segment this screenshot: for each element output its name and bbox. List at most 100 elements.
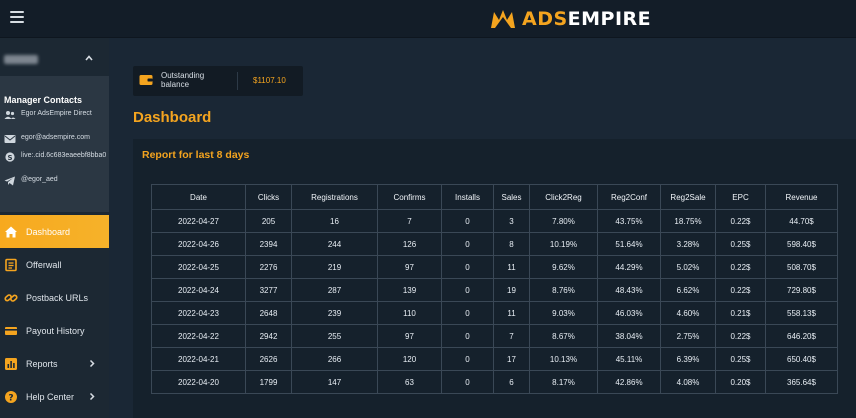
table-cell: 650.40$ — [765, 347, 838, 371]
column-header: Clicks — [245, 184, 292, 210]
contact-telegram[interactable]: @egor_aed — [4, 176, 107, 186]
table-cell: 2022-04-20 — [151, 370, 246, 394]
sidebar-item-postback-urls[interactable]: Postback URLs — [0, 281, 109, 314]
table-row: 2022-04-22 2942 255 97 0 7 8.67% 38.04% 2.75% 0.2… — [151, 324, 838, 348]
table-cell: 0 — [441, 324, 494, 348]
chevron-right-icon — [89, 359, 95, 368]
balance-value: $1107.10 — [253, 76, 286, 85]
table-cell: 2022-04-25 — [151, 255, 246, 279]
table-cell: 2022-04-26 — [151, 232, 246, 256]
sidebar-item-help-center[interactable]: ? Help Center — [0, 380, 109, 413]
table-cell: 4.60% — [660, 301, 716, 325]
column-header: Confirms — [377, 184, 442, 210]
sidebar-item-payout-history[interactable]: Payout History — [0, 314, 109, 347]
table-cell: 729.80$ — [765, 278, 838, 302]
table-cell: 9.03% — [529, 301, 598, 325]
sidebar-item-reports[interactable]: Reports — [0, 347, 109, 380]
top-bar: ADSEMPIRE — [0, 0, 856, 38]
table-cell: 0.25$ — [715, 347, 766, 371]
table-cell: 266 — [291, 347, 378, 371]
column-header: Click2Reg — [529, 184, 598, 210]
table-cell: 18.75% — [660, 209, 716, 233]
table-cell: 2022-04-27 — [151, 209, 246, 233]
table-cell: 8 — [493, 232, 530, 256]
column-header: Sales — [493, 184, 530, 210]
table-cell: 44.70$ — [765, 209, 838, 233]
divider — [237, 72, 238, 90]
table-cell: 8.67% — [529, 324, 598, 348]
column-header: Registrations — [291, 184, 378, 210]
logo[interactable]: ADSEMPIRE — [490, 6, 651, 32]
table-cell: 287 — [291, 278, 378, 302]
table-cell: 1799 — [245, 370, 292, 394]
sidebar-item-dashboard[interactable]: Dashboard — [0, 215, 109, 248]
report-table: Date Clicks Registrations Confirms Installs S… — [151, 184, 838, 394]
table-cell: 120 — [377, 347, 442, 371]
table-cell: 2648 — [245, 301, 292, 325]
table-cell: 0.22$ — [715, 255, 766, 279]
table-cell: 365.64$ — [765, 370, 838, 394]
column-header: Date — [151, 184, 246, 210]
table-cell: 51.64% — [597, 232, 661, 256]
contact-skype[interactable]: S live:.cid.6c683eaeebf8bba0 — [4, 152, 107, 162]
sidebar-item-label: Dashboard — [26, 226, 71, 237]
table-cell: 45.11% — [597, 347, 661, 371]
table-cell: 6.39% — [660, 347, 716, 371]
column-header: Reg2Conf — [597, 184, 661, 210]
table-cell: 4.08% — [660, 370, 716, 394]
table-row: 2022-04-25 2276 219 97 0 11 9.62% 44.29% 5.02% 0.… — [151, 255, 838, 279]
table-cell: 558.13$ — [765, 301, 838, 325]
table-cell: 97 — [377, 324, 442, 348]
table-cell: 205 — [245, 209, 292, 233]
svg-text:S: S — [7, 154, 12, 162]
table-header-row: Date Clicks Registrations Confirms Installs S… — [151, 184, 838, 210]
table-cell: 0.22$ — [715, 324, 766, 348]
user-menu[interactable] — [0, 44, 109, 74]
table-cell: 0.21$ — [715, 301, 766, 325]
table-cell: 2022-04-24 — [151, 278, 246, 302]
table-cell: 6 — [493, 370, 530, 394]
contact-name: Egor AdsEmpire Direct — [4, 110, 107, 120]
table-cell: 46.03% — [597, 301, 661, 325]
table-cell: 3 — [493, 209, 530, 233]
balance-label: Outstanding balance — [161, 71, 205, 89]
table-cell: 0.20$ — [715, 370, 766, 394]
table-cell: 10.19% — [529, 232, 598, 256]
skype-icon: S — [5, 152, 15, 162]
table-cell: 0.22$ — [715, 278, 766, 302]
mail-icon — [4, 135, 16, 143]
table-cell: 9.62% — [529, 255, 598, 279]
table-row: 2022-04-20 1799 147 63 0 6 8.17% 42.86% 4.08% 0.2… — [151, 370, 838, 394]
sidebar-item-label: Payout History — [26, 325, 85, 336]
table-cell: 8.76% — [529, 278, 598, 302]
table-cell: 7.80% — [529, 209, 598, 233]
table-cell: 0 — [441, 347, 494, 371]
menu-icon[interactable] — [10, 11, 24, 23]
table-cell: 0 — [441, 301, 494, 325]
table-cell: 2394 — [245, 232, 292, 256]
offerwall-icon — [5, 258, 17, 271]
sidebar-item-label: Help Center — [26, 391, 75, 402]
table-cell: 38.04% — [597, 324, 661, 348]
chevron-up-icon[interactable] — [84, 53, 94, 63]
table-cell: 3277 — [245, 278, 292, 302]
table-cell: 2022-04-21 — [151, 347, 246, 371]
svg-text:?: ? — [8, 393, 13, 403]
table-cell: 97 — [377, 255, 442, 279]
page-title: Dashboard — [133, 109, 212, 126]
table-cell: 3.28% — [660, 232, 716, 256]
table-row: 2022-04-23 2648 239 110 0 11 9.03% 46.03% 4.60% 0… — [151, 301, 838, 325]
table-cell: 7 — [493, 324, 530, 348]
table-cell: 0.22$ — [715, 209, 766, 233]
help-icon: ? — [5, 390, 17, 403]
table-cell: 16 — [291, 209, 378, 233]
home-icon — [5, 226, 17, 237]
sidebar-item-offerwall[interactable]: Offerwall — [0, 248, 109, 281]
chevron-right-icon — [89, 392, 95, 401]
contact-email[interactable]: egor@adsempire.com — [4, 134, 107, 144]
manager-contacts-title: Manager Contacts — [4, 95, 83, 105]
table-cell: 0 — [441, 232, 494, 256]
table-row: 2022-04-26 2394 244 126 0 8 10.19% 51.64% 3.28% 0… — [151, 232, 838, 256]
table-row: 2022-04-24 3277 287 139 0 19 8.76% 48.43% 6.62% 0… — [151, 278, 838, 302]
table-cell: 19 — [493, 278, 530, 302]
